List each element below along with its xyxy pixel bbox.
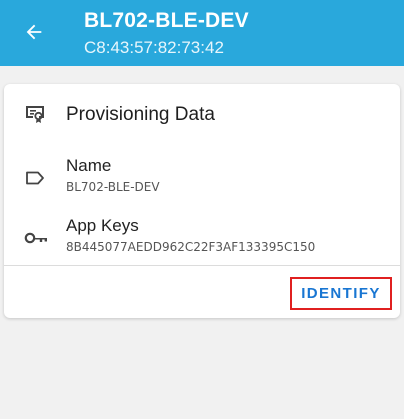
card-header: Provisioning Data (4, 84, 400, 144)
app-keys-label: App Keys (66, 216, 139, 235)
certificate-icon (22, 101, 48, 127)
card-title: Provisioning Data (66, 104, 215, 125)
provisioning-data-card: Provisioning Data Name BL702-BLE-DEV App… (4, 84, 400, 318)
key-icon (22, 225, 50, 251)
back-button[interactable] (20, 18, 48, 46)
app-keys-row: App Keys 8B445077AEDD962C22F3AF133395C15… (4, 216, 400, 272)
name-row: Name BL702-BLE-DEV (4, 156, 400, 212)
device-address: C8:43:57:82:73:42 (84, 38, 224, 57)
card-divider (4, 265, 400, 266)
arrow-left-icon (26, 24, 42, 40)
label-tag-icon (22, 165, 48, 191)
name-label: Name (66, 156, 112, 175)
app-bar: BL702-BLE-DEV C8:43:57:82:73:42 (0, 0, 404, 66)
identify-button[interactable]: IDENTIFY (290, 277, 392, 310)
app-keys-value: 8B445077AEDD962C22F3AF133395C150 (66, 240, 316, 254)
device-title: BL702-BLE-DEV (84, 9, 249, 32)
name-value: BL702-BLE-DEV (66, 180, 160, 194)
